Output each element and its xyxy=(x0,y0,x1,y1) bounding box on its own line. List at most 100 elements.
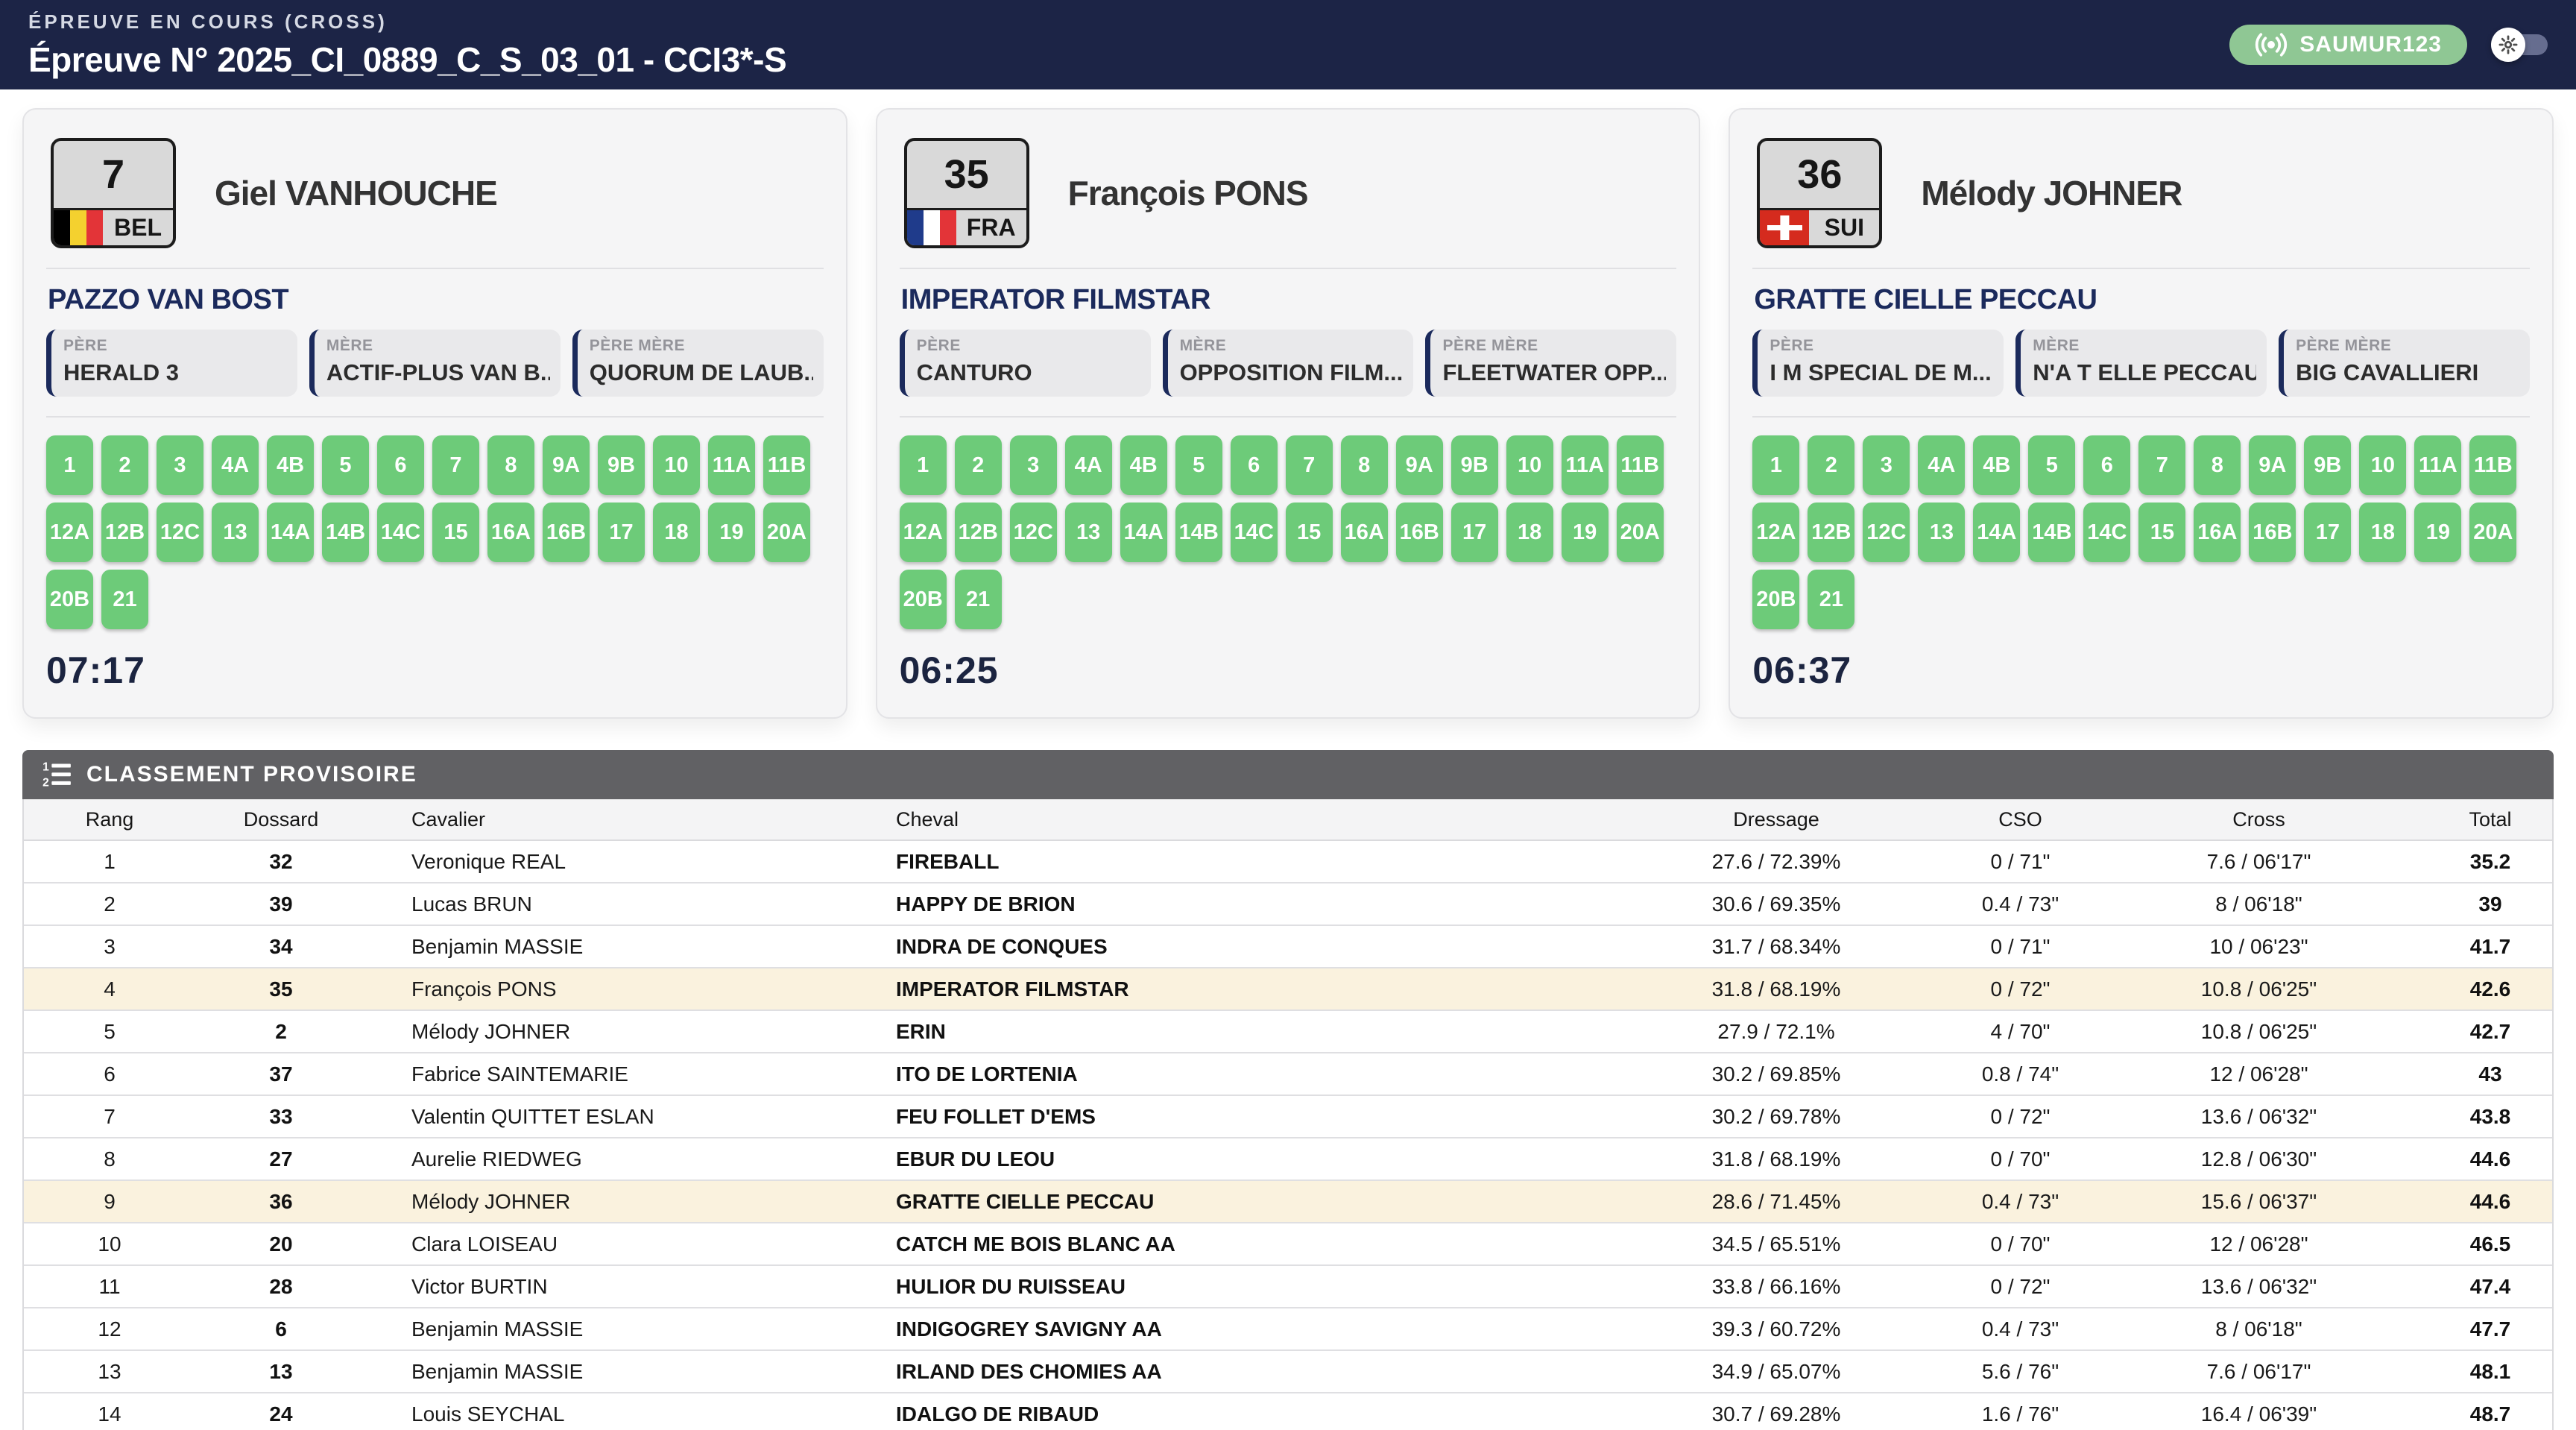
fence-button[interactable]: 9A xyxy=(543,435,590,495)
fence-button[interactable]: 9B xyxy=(598,435,645,495)
fence-button[interactable]: 14A xyxy=(1973,503,2020,562)
fence-button[interactable]: 7 xyxy=(432,435,479,495)
rider-name: Mélody JOHNER xyxy=(1921,173,2182,213)
fence-button[interactable]: 6 xyxy=(1231,435,1278,495)
fence-button[interactable]: 1 xyxy=(46,435,93,495)
fence-button[interactable]: 7 xyxy=(1286,435,1333,495)
fence-button[interactable]: 6 xyxy=(2083,435,2130,495)
fence-button[interactable]: 8 xyxy=(2194,435,2241,495)
fence-button[interactable]: 10 xyxy=(653,435,700,495)
fence-button[interactable]: 15 xyxy=(432,503,479,562)
fence-button[interactable]: 11A xyxy=(2414,435,2461,495)
fence-button[interactable]: 16B xyxy=(2249,503,2296,562)
fence-button[interactable]: 12A xyxy=(46,503,93,562)
fence-button[interactable]: 12C xyxy=(1863,503,1910,562)
fence-button[interactable]: 3 xyxy=(1010,435,1057,495)
fence-button[interactable]: 13 xyxy=(1918,503,1965,562)
fence-button[interactable]: 16B xyxy=(1396,503,1443,562)
fence-button[interactable]: 20B xyxy=(1752,570,1799,629)
fence-button[interactable]: 19 xyxy=(2414,503,2461,562)
fence-button[interactable]: 14C xyxy=(377,503,424,562)
fence-button[interactable]: 12A xyxy=(900,503,947,562)
fence-button[interactable]: 14C xyxy=(2083,503,2130,562)
fence-button[interactable]: 4A xyxy=(1918,435,1965,495)
fence-button[interactable]: 3 xyxy=(157,435,203,495)
fence-button[interactable]: 14A xyxy=(1120,503,1167,562)
fence-button[interactable]: 20B xyxy=(46,570,93,629)
fence-button[interactable]: 5 xyxy=(2028,435,2075,495)
fence-button[interactable]: 9B xyxy=(2304,435,2351,495)
fence-button[interactable]: 3 xyxy=(1863,435,1910,495)
fence-button[interactable]: 13 xyxy=(212,503,259,562)
fence-button[interactable]: 12C xyxy=(1010,503,1057,562)
fence-button[interactable]: 18 xyxy=(1506,503,1553,562)
fence-button[interactable]: 13 xyxy=(1065,503,1112,562)
fence-button[interactable]: 8 xyxy=(1341,435,1388,495)
fence-button[interactable]: 8 xyxy=(487,435,534,495)
fence-button[interactable]: 21 xyxy=(101,570,148,629)
fence-button[interactable]: 10 xyxy=(1506,435,1553,495)
fence-button[interactable]: 2 xyxy=(1808,435,1854,495)
fence-button[interactable]: 14C xyxy=(1231,503,1278,562)
fence-button[interactable]: 11B xyxy=(1617,435,1664,495)
live-channel-badge[interactable]: SAUMUR123 xyxy=(2229,25,2467,65)
fence-button[interactable]: 4B xyxy=(1120,435,1167,495)
fence-button[interactable]: 4B xyxy=(1973,435,2020,495)
country-code: BEL xyxy=(103,210,173,245)
fence-button[interactable]: 14A xyxy=(267,503,314,562)
fence-button[interactable]: 1 xyxy=(900,435,947,495)
fence-button[interactable]: 20A xyxy=(2469,503,2516,562)
fence-button[interactable]: 16A xyxy=(2194,503,2241,562)
col-dossard: Dossard xyxy=(195,808,367,831)
fence-button[interactable]: 20A xyxy=(1617,503,1664,562)
fence-button[interactable]: 17 xyxy=(1451,503,1498,562)
fence-button[interactable]: 11A xyxy=(708,435,755,495)
fence-button[interactable]: 21 xyxy=(1808,570,1854,629)
fence-button[interactable]: 9A xyxy=(2249,435,2296,495)
fence-button[interactable]: 7 xyxy=(2138,435,2185,495)
fence-button[interactable]: 14B xyxy=(2028,503,2075,562)
fence-button[interactable]: 16A xyxy=(1341,503,1388,562)
fence-button[interactable]: 9B xyxy=(1451,435,1498,495)
fence-button[interactable]: 16B xyxy=(543,503,590,562)
fence-button[interactable]: 20B xyxy=(900,570,947,629)
fence-button[interactable]: 12A xyxy=(1752,503,1799,562)
theme-toggle[interactable] xyxy=(2500,34,2548,55)
fence-button[interactable]: 15 xyxy=(2138,503,2185,562)
fence-button[interactable]: 4A xyxy=(1065,435,1112,495)
fence-button[interactable]: 11B xyxy=(2469,435,2516,495)
fence-button[interactable]: 18 xyxy=(653,503,700,562)
fence-button[interactable]: 6 xyxy=(377,435,424,495)
col-rang: Rang xyxy=(24,808,195,831)
fence-button[interactable]: 10 xyxy=(2359,435,2406,495)
pedigree-sire-label: PÈRE xyxy=(917,337,1140,355)
fence-button[interactable]: 2 xyxy=(955,435,1002,495)
fence-button[interactable]: 12B xyxy=(101,503,148,562)
fence-button[interactable]: 20A xyxy=(763,503,810,562)
fence-button[interactable]: 4B xyxy=(267,435,314,495)
fence-button[interactable]: 4A xyxy=(212,435,259,495)
fence-button[interactable]: 21 xyxy=(955,570,1002,629)
fence-button[interactable]: 11B xyxy=(763,435,810,495)
fence-button[interactable]: 18 xyxy=(2359,503,2406,562)
fence-button[interactable]: 2 xyxy=(101,435,148,495)
cell-dressage: 39.3 / 60.72% xyxy=(1601,1317,1951,1341)
fence-button[interactable]: 16A xyxy=(487,503,534,562)
fence-button[interactable]: 15 xyxy=(1286,503,1333,562)
fence-button[interactable]: 14B xyxy=(1175,503,1222,562)
fence-button[interactable]: 1 xyxy=(1752,435,1799,495)
fence-button[interactable]: 5 xyxy=(322,435,369,495)
fence-button[interactable]: 17 xyxy=(2304,503,2351,562)
fence-button[interactable]: 12B xyxy=(955,503,1002,562)
fence-button[interactable]: 19 xyxy=(708,503,755,562)
fence-button[interactable]: 19 xyxy=(1562,503,1609,562)
fence-button[interactable]: 12B xyxy=(1808,503,1854,562)
fence-button[interactable]: 9A xyxy=(1396,435,1443,495)
fence-button[interactable]: 14B xyxy=(322,503,369,562)
cell-cavalier: Louis SEYCHAL xyxy=(367,1402,874,1426)
col-total: Total xyxy=(2428,808,2552,831)
fence-button[interactable]: 5 xyxy=(1175,435,1222,495)
fence-button[interactable]: 17 xyxy=(598,503,645,562)
fence-button[interactable]: 11A xyxy=(1562,435,1609,495)
fence-button[interactable]: 12C xyxy=(157,503,203,562)
